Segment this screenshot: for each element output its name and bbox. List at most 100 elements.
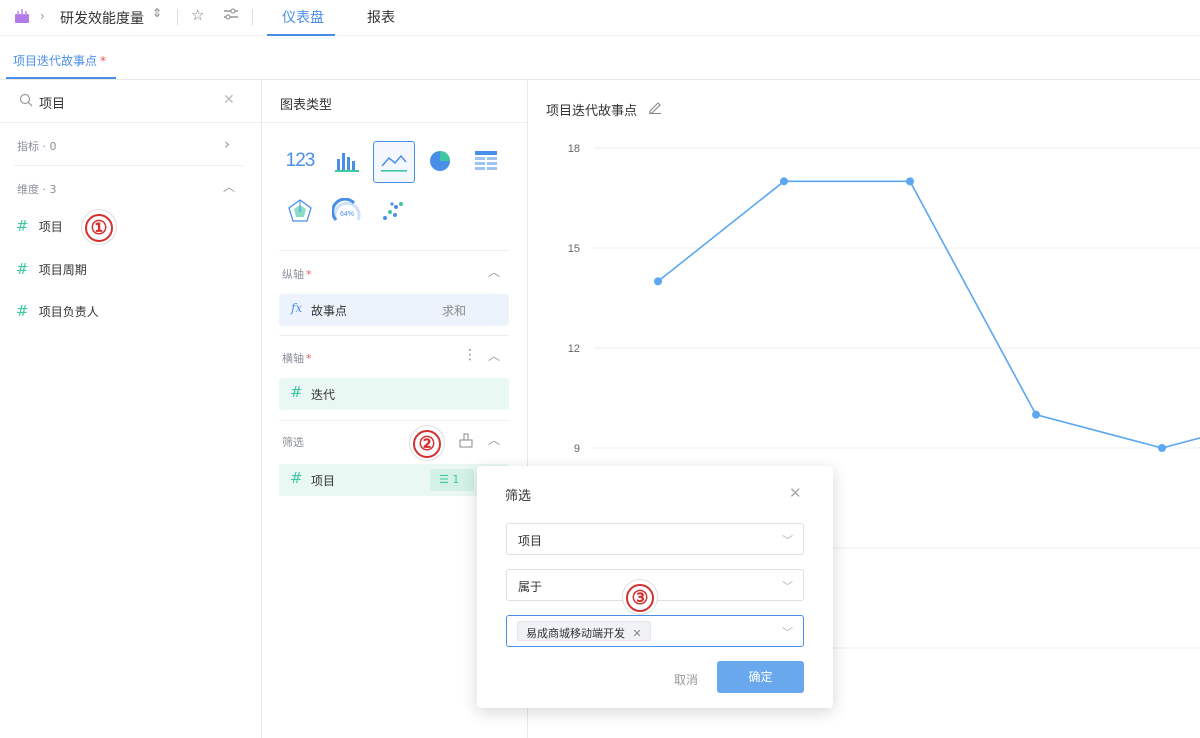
chart-type-table[interactable] bbox=[466, 141, 506, 181]
confirm-button-label: 确定 bbox=[748, 670, 773, 684]
chevron-up-icon[interactable]: ︿ bbox=[488, 263, 500, 280]
project-title[interactable]: 研发效能度量 bbox=[60, 8, 144, 28]
data-point[interactable] bbox=[780, 177, 788, 186]
divider bbox=[177, 9, 178, 25]
hash-icon: # bbox=[290, 383, 303, 401]
chart-type-pie[interactable] bbox=[420, 141, 460, 181]
top-bar: › 研发效能度量 ⇕ ☆ 仪表盘 报表 bbox=[0, 0, 1200, 36]
metrics-section-label[interactable]: 指标 · 0 bbox=[17, 138, 57, 154]
divider bbox=[262, 122, 528, 123]
hash-icon: # bbox=[16, 260, 29, 278]
x-axis-field[interactable]: # 迭代 bbox=[279, 378, 509, 410]
bar-chart-icon bbox=[335, 153, 359, 172]
chart-type-title: 图表类型 bbox=[280, 98, 333, 113]
line-chart-icon bbox=[381, 154, 407, 172]
dimension-label: 项目负责人 bbox=[38, 305, 99, 319]
chevron-up-icon[interactable]: ︿ bbox=[223, 178, 235, 195]
chevron-up-icon[interactable]: ︿ bbox=[488, 347, 500, 364]
y-tick-label: 18 bbox=[568, 143, 580, 155]
chevron-right-icon: › bbox=[40, 9, 45, 23]
clean-icon[interactable] bbox=[458, 433, 474, 449]
scatter-chart-icon bbox=[383, 202, 403, 220]
close-icon[interactable]: ✕ bbox=[789, 484, 802, 502]
tab-underline bbox=[6, 77, 116, 79]
gauge-icon: 64% bbox=[332, 198, 361, 222]
aggregation-label[interactable]: 求和 bbox=[442, 302, 466, 319]
tab-report-item[interactable]: 项目迭代故事点 * bbox=[13, 52, 106, 69]
filter-funnel-icon: ☰ bbox=[439, 473, 449, 486]
data-point[interactable] bbox=[906, 177, 914, 186]
series-line bbox=[657, 180, 1200, 449]
hash-icon: # bbox=[290, 469, 303, 487]
chevron-down-icon: ﹀ bbox=[782, 580, 793, 593]
data-point[interactable] bbox=[1032, 410, 1040, 419]
y-axis-section-title: 纵轴 * bbox=[282, 268, 312, 281]
value-tag[interactable]: 易成商城移动端开发 ✕ bbox=[517, 621, 651, 641]
y-tick-label: 9 bbox=[574, 443, 580, 455]
list-item[interactable]: # 项目 bbox=[16, 217, 63, 235]
divider bbox=[14, 165, 244, 166]
unsaved-mark: * bbox=[100, 54, 107, 68]
dimension-label: 项目 bbox=[38, 220, 63, 234]
pie-chart-icon bbox=[430, 151, 450, 171]
callout-2: ② bbox=[410, 426, 444, 460]
search-icon bbox=[19, 93, 33, 107]
chevron-right-icon[interactable]: › bbox=[224, 135, 230, 153]
y-tick-label: 15 bbox=[568, 243, 580, 255]
value-multiselect[interactable]: 易成商城移动端开发 ✕ ﹀ bbox=[506, 615, 804, 647]
dimension-label: 项目周期 bbox=[38, 263, 87, 277]
divider bbox=[252, 9, 253, 25]
settings-sliders-icon[interactable] bbox=[223, 7, 239, 21]
data-point[interactable] bbox=[1158, 444, 1166, 452]
hash-icon: # bbox=[16, 217, 29, 235]
y-axis-field-label: 故事点 bbox=[311, 304, 348, 318]
chart-type-gauge[interactable]: 64% bbox=[327, 191, 367, 231]
chart-type-kpi[interactable]: 123 bbox=[280, 141, 320, 181]
operator-select-value: 属于 bbox=[518, 580, 543, 594]
edit-icon[interactable] bbox=[648, 100, 662, 114]
filter-dialog: 筛选 ✕ 项目 ﹀ 属于 ﹀ 易成商城移动端开发 ✕ ﹀ 取消 确定 ③ bbox=[477, 466, 833, 708]
list-item[interactable]: # 项目周期 bbox=[16, 260, 87, 278]
y-axis-field[interactable]: fx 故事点 求和 bbox=[279, 294, 509, 326]
star-icon[interactable]: ☆ bbox=[191, 6, 204, 24]
chevron-up-icon[interactable]: ︿ bbox=[488, 431, 500, 448]
chevron-down-icon: ﹀ bbox=[782, 626, 793, 639]
value-tag-label: 易成商城移动端开发 bbox=[526, 627, 625, 640]
dimensions-section-label[interactable]: 维度 · 3 bbox=[17, 181, 57, 197]
radar-chart-icon bbox=[288, 199, 312, 222]
field-select-value: 项目 bbox=[518, 534, 543, 548]
chart-type-radar[interactable] bbox=[280, 191, 320, 231]
chart-type-scatter[interactable] bbox=[373, 191, 413, 231]
search-input[interactable]: 项目 bbox=[39, 93, 209, 112]
kpi-icon: 123 bbox=[285, 150, 316, 171]
svg-text:64%: 64% bbox=[340, 211, 354, 218]
list-item[interactable]: # 项目负责人 bbox=[16, 302, 99, 320]
table-icon bbox=[475, 151, 497, 170]
app-icon[interactable] bbox=[14, 8, 30, 24]
chart-type-line[interactable] bbox=[373, 141, 415, 183]
function-icon: fx bbox=[291, 301, 303, 315]
tab-report[interactable]: 报表 bbox=[367, 7, 395, 27]
hash-icon: # bbox=[16, 302, 29, 320]
confirm-button[interactable]: 确定 bbox=[717, 661, 804, 693]
filter-count-badge[interactable]: ☰ 1 bbox=[430, 469, 474, 491]
tab-dashboard[interactable]: 仪表盘 bbox=[282, 7, 324, 27]
x-axis-section-title: 横轴 * bbox=[282, 352, 312, 365]
filter-section-title: 筛选 bbox=[282, 436, 304, 449]
chart-type-bar[interactable] bbox=[327, 141, 367, 181]
data-point[interactable] bbox=[654, 277, 662, 286]
more-icon[interactable]: ⋮ bbox=[463, 347, 477, 363]
divider bbox=[279, 250, 509, 251]
switch-project-icon[interactable]: ⇕ bbox=[152, 6, 162, 20]
filter-field[interactable]: # 项目 ☰ 1 bbox=[279, 464, 509, 496]
tab-report-item-label: 项目迭代故事点 bbox=[13, 54, 98, 68]
x-axis-field-label: 迭代 bbox=[311, 388, 336, 402]
dialog-title: 筛选 bbox=[505, 489, 532, 504]
field-select[interactable]: 项目 ﹀ bbox=[506, 523, 804, 555]
filter-field-label: 项目 bbox=[311, 474, 336, 488]
clear-search-icon[interactable]: ✕ bbox=[223, 92, 235, 108]
cancel-button[interactable]: 取消 bbox=[674, 671, 698, 688]
chevron-down-icon: ﹀ bbox=[782, 534, 793, 547]
y-tick-label: 12 bbox=[568, 343, 580, 355]
remove-tag-icon[interactable]: ✕ bbox=[633, 627, 642, 640]
